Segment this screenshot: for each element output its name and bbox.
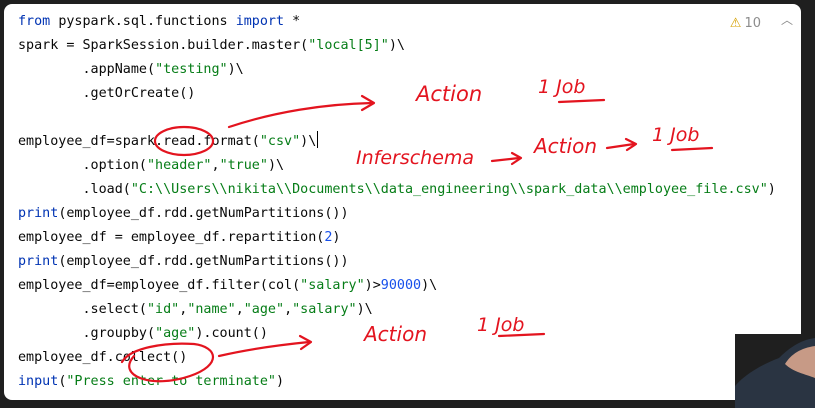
code-token: "csv" [259,134,301,149]
annotation-action-1: Action [416,82,483,106]
code-token: .load( [18,182,131,197]
code-token: ) [332,230,341,245]
arrowhead-2b [624,137,638,152]
code-line[interactable]: .select("id","name","age","salary")\ [18,298,373,322]
code-token: "age" [155,326,196,341]
arrowhead-3 [298,334,313,351]
code-line[interactable]: input("Press enter to terminate") [18,370,284,394]
chevron-up-icon[interactable]: ︿ [779,12,795,28]
code-line[interactable]: employee_df=spark.read.format("csv")\ [18,130,319,154]
code-line[interactable]: .groupby("age").count() [18,322,268,346]
code-line[interactable]: print(employee_df.rdd.getNumPartitions()… [18,202,349,226]
arrow-2b [605,142,636,150]
code-token: )\ [267,158,285,173]
annotation-job-1: 1 Job [538,76,586,98]
code-token: , [284,302,293,317]
underline-2 [670,146,714,152]
code-token: ) [767,182,776,197]
code-token: )\ [227,62,244,77]
code-token: (employee_df.rdd.getNumPartitions()) [58,206,349,221]
annotation-job-2: 1 Job [652,124,700,146]
arrow-2a [490,156,521,163]
arrowhead-2a [510,151,523,166]
presenter-video [735,334,815,408]
code-line[interactable]: spark = SparkSession.builder.master("loc… [18,34,405,58]
code-token: pyspark.sql.functions [58,14,236,29]
code-token: , [211,158,220,173]
code-token: "testing" [155,62,228,77]
code-token: .option( [18,158,147,173]
code-line[interactable]: .option("header","true")\ [18,154,284,178]
code-token: "id" [147,302,180,317]
arrow-1 [227,101,374,129]
code-token: )\ [421,278,438,293]
code-token: "header" [147,158,212,173]
code-token: employee_df=spark.read.format( [18,134,260,149]
code-token: 90000 [380,278,422,293]
code-token: .getOrCreate() [18,86,196,101]
annotation-action-3: Action [364,322,427,346]
code-token: "age" [243,302,285,317]
annotation-inferschema: Inferschema [356,147,475,169]
code-token: .groupby( [18,326,156,341]
code-token: )\ [388,38,405,53]
underline-1 [557,98,606,104]
arrowhead-1 [360,94,376,112]
code-token: (employee_df.rdd.getNumPartitions()) [58,254,349,269]
code-token: from [18,14,59,29]
code-line[interactable]: .load("C:\\Users\\nikita\\Documents\\dat… [18,178,776,202]
code-editor[interactable]: ⚠ 10 ︿ from pyspark.sql.functions import … [4,4,801,400]
code-token: ) [275,374,285,389]
code-token: employee_df.collect() [18,350,188,365]
code-token: )\ [356,302,373,317]
code-token: .appName( [18,62,156,77]
code-line[interactable]: .getOrCreate() [18,82,195,106]
screen: ⚠ 10 ︿ from pyspark.sql.functions import … [0,0,815,408]
annotation-job-3: 1 Job [477,314,525,336]
code-token: "C:\\Users\\nikita\\Documents\\data_engi… [130,182,768,197]
code-token: "name" [187,302,236,317]
code-token: spark = SparkSession.builder.master( [18,38,309,53]
code-token: .select( [18,302,147,317]
code-token: ).count() [195,326,268,341]
warning-triangle-icon: ⚠ [729,16,742,31]
code-token: employee_df = employee_df.repartition( [18,230,325,245]
code-token: import [235,14,293,29]
code-token: "Press enter to terminate" [66,374,276,389]
code-token: print [18,206,59,221]
code-token: * [292,14,301,29]
warning-count: 10 [744,16,761,31]
text-caret [317,131,319,148]
code-line[interactable]: print(employee_df.rdd.getNumPartitions()… [18,250,349,274]
code-token: "salary" [292,302,357,317]
code-line[interactable]: employee_df=employee_df.filter(col("sala… [18,274,437,298]
code-token: , [235,302,244,317]
code-token: input [18,374,59,389]
code-line[interactable]: employee_df = employee_df.repartition(2) [18,226,340,250]
code-token: )> [364,278,381,293]
code-line[interactable]: .appName("testing")\ [18,58,244,82]
code-line[interactable]: from pyspark.sql.functions import * [18,10,300,34]
code-token: employee_df=employee_df.filter(col( [18,278,301,293]
annotation-action-2: Action [534,134,597,158]
code-token: "salary" [300,278,365,293]
code-line[interactable]: employee_df.collect() [18,346,187,370]
inspection-widget[interactable]: ⚠ 10 [730,16,761,31]
code-token: print [18,254,59,269]
code-token: "local[5]" [308,38,389,53]
code-token: "true" [219,158,268,173]
code-token: )\ [300,134,317,149]
